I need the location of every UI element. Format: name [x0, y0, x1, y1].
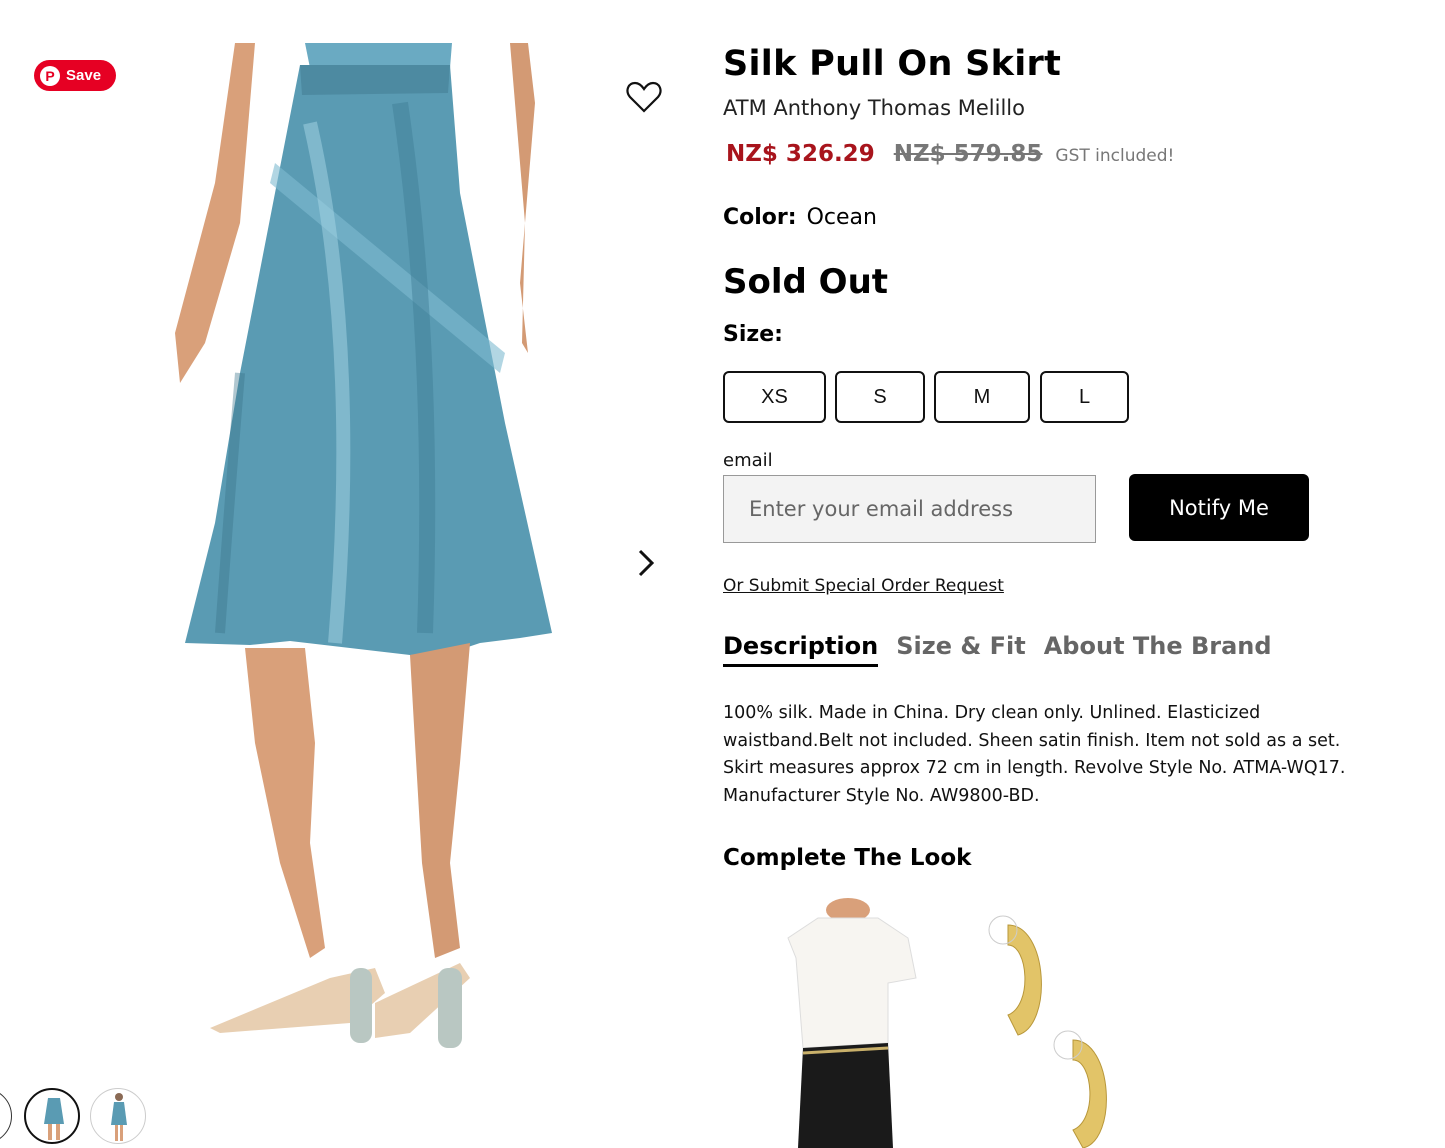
- thumbnail-full-look-image: [111, 1093, 127, 1141]
- size-option-s[interactable]: S: [835, 371, 925, 423]
- availability-status: Sold Out: [723, 262, 889, 302]
- sale-price: NZ$ 326.29: [726, 141, 875, 167]
- notify-me-button[interactable]: Notify Me: [1129, 474, 1309, 541]
- price-row: NZ$ 326.29 NZ$ 579.85 GST included!: [723, 141, 1174, 167]
- size-label: Size:: [723, 322, 783, 347]
- color-value: Ocean: [806, 205, 877, 230]
- brand-link[interactable]: ATM Anthony Thomas Melillo: [723, 96, 1025, 120]
- thumbnail-prev[interactable]: [0, 1088, 12, 1144]
- product-main-image: [175, 43, 552, 1048]
- special-order-link[interactable]: Or Submit Special Order Request: [723, 576, 1004, 596]
- next-image-arrow-icon[interactable]: [632, 545, 660, 581]
- email-label: email: [723, 450, 773, 471]
- tab-size-fit[interactable]: Size & Fit: [896, 632, 1026, 667]
- look-item-earrings-image[interactable]: [978, 905, 1128, 1148]
- product-gallery: P Save: [0, 0, 690, 1148]
- product-title: Silk Pull On Skirt: [723, 44, 1062, 84]
- pinterest-icon: P: [40, 65, 60, 86]
- email-input[interactable]: [723, 475, 1096, 543]
- info-tabs: Description Size & Fit About The Brand: [723, 632, 1290, 667]
- complete-the-look-heading: Complete The Look: [723, 845, 972, 871]
- thumbnail-full-look[interactable]: [90, 1088, 146, 1144]
- tab-description[interactable]: Description: [723, 632, 879, 667]
- size-option-m[interactable]: M: [934, 371, 1030, 423]
- pinterest-save-button[interactable]: P Save: [34, 60, 116, 91]
- size-option-l[interactable]: L: [1040, 371, 1129, 423]
- look-item-top-image[interactable]: [758, 898, 933, 1148]
- wishlist-heart-icon[interactable]: [626, 80, 662, 114]
- gst-note: GST included!: [1055, 146, 1175, 166]
- color-label: Color:: [723, 205, 797, 230]
- size-option-xs[interactable]: XS: [723, 371, 826, 423]
- pinterest-save-label: Save: [66, 67, 102, 84]
- original-price: NZ$ 579.85: [893, 141, 1043, 167]
- description-text: 100% silk. Made in China. Dry clean only…: [723, 703, 1346, 806]
- thumbnail-skirt-back-image: [44, 1098, 64, 1140]
- color-row: Color: Ocean: [723, 205, 877, 230]
- thumbnail-active[interactable]: [24, 1088, 80, 1144]
- tab-about-brand[interactable]: About The Brand: [1044, 632, 1272, 667]
